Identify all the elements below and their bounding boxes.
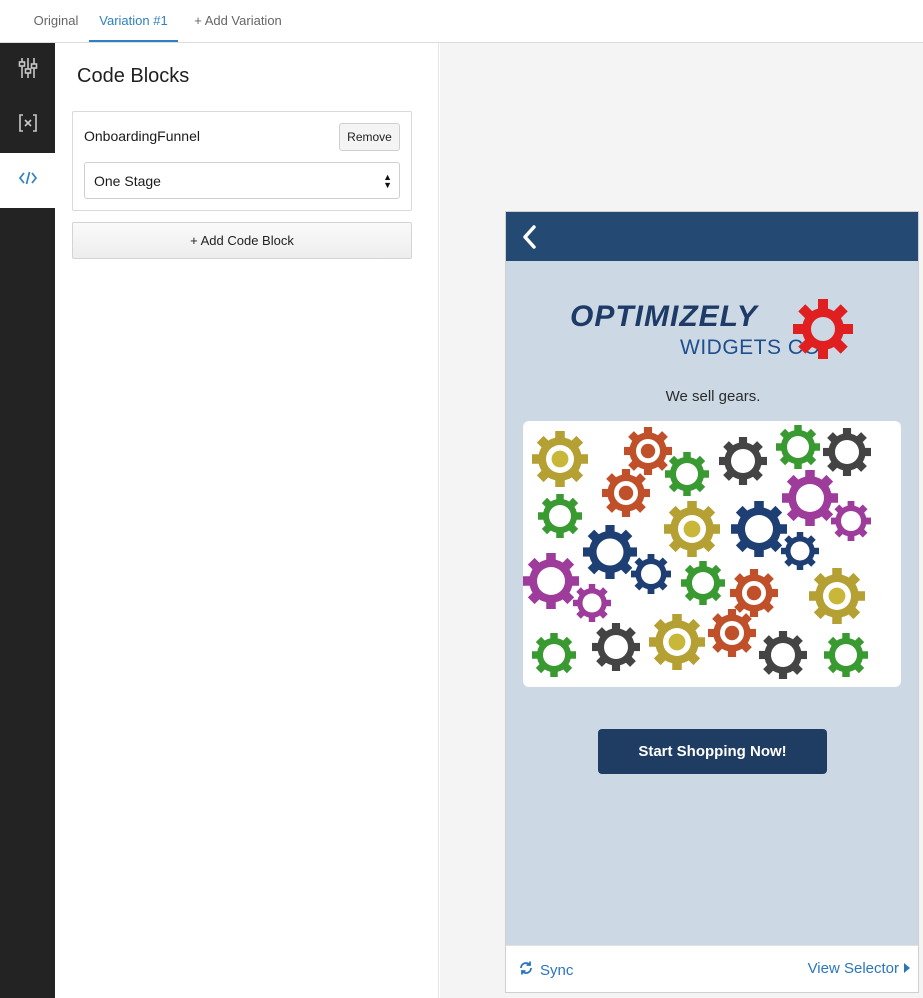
code-block-card: OnboardingFunnel Remove One Stage ▲ ▼ bbox=[72, 111, 412, 211]
caret-right-icon bbox=[904, 960, 910, 977]
rail-item-visual-editor[interactable] bbox=[0, 43, 55, 98]
sync-icon bbox=[518, 960, 534, 980]
variation-tabs: Original Variation #1 + Add Variation bbox=[0, 0, 923, 43]
logo-gear-icon bbox=[793, 299, 853, 359]
remove-button[interactable]: Remove bbox=[339, 123, 400, 151]
add-variation-tab[interactable]: + Add Variation bbox=[186, 0, 290, 42]
rail-item-variables[interactable] bbox=[0, 98, 55, 153]
select-arrows-icon: ▲ ▼ bbox=[383, 172, 392, 190]
code-icon bbox=[18, 170, 38, 191]
left-rail bbox=[0, 43, 55, 998]
rail-item-code[interactable] bbox=[0, 153, 55, 208]
tab-original[interactable]: Original bbox=[25, 0, 87, 42]
back-arrow-icon[interactable] bbox=[514, 222, 544, 252]
app-bar bbox=[506, 212, 918, 261]
panel-title: Code Blocks bbox=[77, 65, 190, 87]
brand-logo: OPTIMIZELY WIDGETS CO bbox=[566, 294, 866, 374]
sync-label: Sync bbox=[540, 961, 574, 979]
tab-variation-1[interactable]: Variation #1 bbox=[89, 0, 178, 42]
start-shopping-button[interactable]: Start Shopping Now! bbox=[598, 729, 827, 774]
view-selector-label: View Selector bbox=[807, 960, 899, 977]
stage-select-value: One Stage bbox=[94, 173, 161, 189]
sync-button[interactable]: Sync bbox=[518, 960, 573, 980]
gears-image bbox=[523, 421, 901, 687]
gears-illustration-icon bbox=[523, 425, 871, 679]
device-preview: OPTIMIZELY WIDGETS CO We sell gears. Sta… bbox=[505, 211, 919, 993]
add-code-block-button[interactable]: + Add Code Block bbox=[72, 222, 412, 259]
stage-select[interactable]: One Stage ▲ ▼ bbox=[84, 162, 400, 199]
view-selector-button[interactable]: View Selector bbox=[808, 960, 910, 977]
code-blocks-panel: Code Blocks OnboardingFunnel Remove One … bbox=[55, 43, 439, 998]
sliders-icon bbox=[18, 57, 38, 84]
variable-brackets-icon bbox=[18, 113, 38, 138]
tagline: We sell gears. bbox=[665, 388, 761, 405]
device-footer: Sync View Selector bbox=[506, 945, 918, 992]
logo-line1: OPTIMIZELY bbox=[570, 300, 758, 333]
code-block-name: OnboardingFunnel bbox=[84, 128, 200, 144]
